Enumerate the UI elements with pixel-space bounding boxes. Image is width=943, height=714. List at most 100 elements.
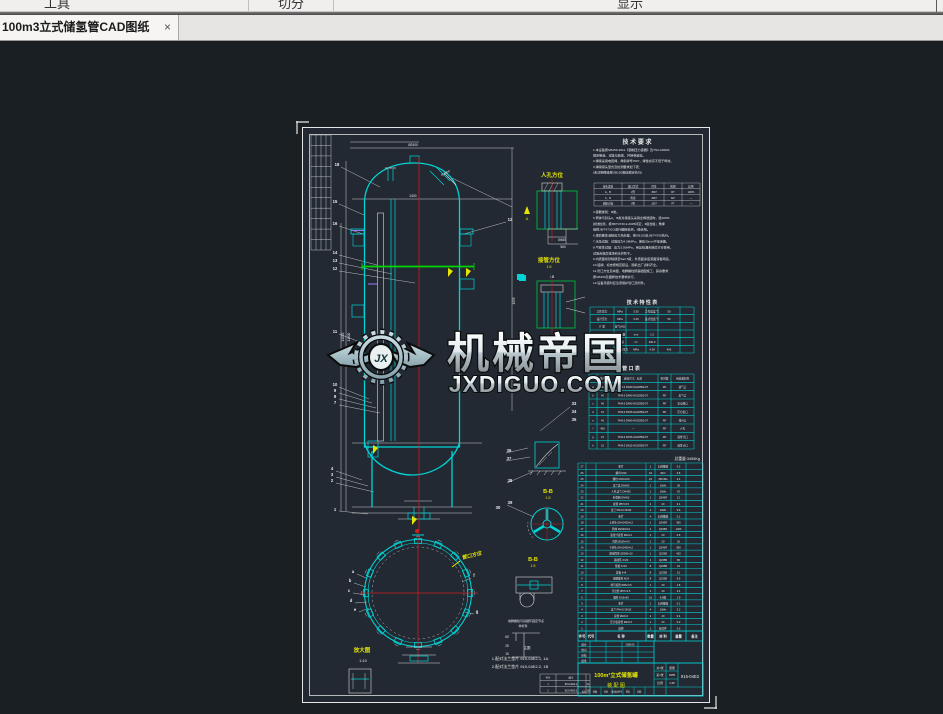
svg-text:Q345R: Q345R bbox=[659, 496, 667, 500]
svg-text:0.2: 0.2 bbox=[677, 620, 681, 624]
svg-text:16Mn: 16Mn bbox=[660, 608, 667, 612]
svg-text:—: — bbox=[690, 197, 693, 200]
svg-text:15: 15 bbox=[333, 199, 338, 204]
svg-text:接头类别: 接头类别 bbox=[603, 184, 614, 188]
svg-text:14: 14 bbox=[333, 250, 338, 255]
drawing-number: 915-04E2 bbox=[681, 674, 700, 679]
svg-text:37: 37 bbox=[507, 456, 512, 461]
tab-bar: 100m3立式储氢管CAD图纸 × bbox=[0, 15, 943, 41]
svg-text:16Mn: 16Mn bbox=[660, 489, 667, 493]
svg-text:Ø480: Ø480 bbox=[558, 238, 566, 242]
svg-text:8.气密性试验：压力3.50MPa，用氨检漏合格后方可使用，: 8.气密性试验：压力3.50MPa，用氨检漏合格后方可使用， bbox=[593, 244, 673, 249]
bb-label: B-B bbox=[543, 489, 553, 495]
svg-text:0.4: 0.4 bbox=[677, 614, 681, 618]
svg-text:校对: 校对 bbox=[581, 648, 587, 652]
svg-text:比例: 比例 bbox=[688, 184, 694, 188]
svg-text:0.8: 0.8 bbox=[677, 471, 681, 475]
svg-text:压力表接管 Ø22×3: 压力表接管 Ø22×3 bbox=[610, 620, 632, 624]
svg-text:备注: 备注 bbox=[690, 634, 698, 639]
svg-text:RT: RT bbox=[671, 190, 675, 194]
tab-close-icon[interactable]: × bbox=[164, 15, 171, 40]
svg-text:60: 60 bbox=[505, 635, 509, 639]
svg-text:介 质: 介 质 bbox=[599, 325, 605, 329]
svg-text:接管 Ø57×3.5: 接管 Ø57×3.5 bbox=[613, 502, 629, 506]
tab-title: 100m3立式储氢管CAD图纸 bbox=[2, 15, 149, 40]
title-line2: 装 配 图 bbox=[607, 682, 625, 689]
svg-text:RF: RF bbox=[663, 427, 667, 431]
cad-canvas[interactable]: 1.本设备按GB150-2011《钢制压力容器》及TSG R0004 规定制造、… bbox=[0, 41, 943, 714]
svg-text:下封头 EHA2400×12: 下封头 EHA2400×12 bbox=[609, 545, 634, 549]
bb2-scale: 1:5 bbox=[531, 564, 536, 568]
svg-text:m³: m³ bbox=[634, 341, 637, 344]
svg-text:液位计接管 Ø22×3: 液位计接管 Ø22×3 bbox=[610, 533, 632, 537]
bb2-label: B-B bbox=[528, 557, 538, 563]
svg-text:7.水压试验：试验压力4.38MPa，保压30min不得渗漏: 7.水压试验：试验压力4.38MPa，保压30min不得渗漏。 bbox=[593, 239, 669, 244]
svg-text:0.1: 0.1 bbox=[677, 514, 681, 518]
svg-text:915-04E2-2: 915-04E2-2 bbox=[565, 689, 578, 692]
svg-text:400: 400 bbox=[667, 348, 672, 352]
svg-text:1.8: 1.8 bbox=[677, 583, 681, 587]
svg-text:mm: mm bbox=[634, 333, 639, 336]
svg-text:2.4: 2.4 bbox=[677, 477, 681, 481]
svg-text:基础环 δ=20: 基础环 δ=20 bbox=[614, 558, 629, 562]
svg-text:名 称: 名 称 bbox=[617, 634, 625, 639]
svg-text:A、B: A、B bbox=[605, 190, 611, 194]
svg-text:缝按JB/T4730.5进行磁粉检测，Ⅰ级合格。: 缝按JB/T4730.5进行磁粉检测，Ⅰ级合格。 bbox=[593, 227, 650, 232]
svg-text:出气口: 出气口 bbox=[679, 393, 687, 397]
sheet-count: 共1张 bbox=[656, 666, 663, 670]
svg-text:接管 Ø22×3: 接管 Ø22×3 bbox=[614, 614, 628, 618]
watermark-brand: 机械帝国 bbox=[447, 330, 627, 377]
svg-text:0.5: 0.5 bbox=[677, 626, 681, 630]
svg-text:2.焊接采用电弧焊，焊条牌号J507，焊缝余高不低于母材。: 2.焊接采用电弧焊，焊条牌号J507，焊缝余高不低于母材。 bbox=[593, 158, 673, 163]
svg-text:16: 16 bbox=[333, 221, 338, 226]
svg-text:1460: 1460 bbox=[676, 527, 682, 531]
svg-text:法兰盖 DN450: 法兰盖 DN450 bbox=[613, 483, 630, 487]
svg-text:试验合格后排净积水并吹干。: 试验合格后排净积水并吹干。 bbox=[593, 250, 633, 255]
svg-text:RF: RF bbox=[663, 385, 667, 389]
detail-a-mark: A bbox=[526, 216, 529, 221]
svg-text:PT: PT bbox=[671, 202, 675, 206]
svg-text:0.1: 0.1 bbox=[677, 601, 681, 605]
svg-text:3.4: 3.4 bbox=[677, 589, 681, 593]
svg-text:补强圈 DN450: 补强圈 DN450 bbox=[613, 496, 630, 500]
detail-b-label: 接管方位 bbox=[538, 256, 561, 264]
svg-text:RF: RF bbox=[663, 410, 667, 414]
svg-text:1B: 1B bbox=[587, 689, 590, 692]
svg-text:38: 38 bbox=[508, 478, 513, 483]
cad-drawing: 1.本设备按GB150-2011《钢制压力容器》及TSG R0004 规定制造、… bbox=[0, 41, 943, 714]
detail-b-mark: ↓B bbox=[550, 274, 555, 279]
svg-text:50: 50 bbox=[668, 317, 671, 321]
enlarge-label: 放大图 bbox=[353, 646, 371, 654]
svg-text:b: b bbox=[349, 578, 352, 583]
svg-text:16Mn: 16Mn bbox=[660, 508, 667, 512]
svg-text:设计温度 ℃: 设计温度 ℃ bbox=[645, 317, 659, 321]
tab-active[interactable]: 100m3立式储氢管CAD图纸 × bbox=[0, 15, 179, 40]
svg-text:12: 12 bbox=[508, 217, 513, 222]
svg-text:用途或名称: 用途或名称 bbox=[676, 377, 689, 381]
page-frame bbox=[296, 121, 717, 709]
svg-text:(未注明焊缝按GB150相应规定执行): (未注明焊缝按GB150相应规定执行) bbox=[593, 169, 642, 174]
svg-text:裙座筒体 Ø2380×10: 裙座筒体 Ø2380×10 bbox=[609, 552, 633, 556]
watermark-domain: JXDIGUO.COM bbox=[449, 371, 624, 397]
svg-text:坡口型式: 坡口型式 bbox=[628, 184, 639, 188]
mass-value: 3455 bbox=[669, 673, 676, 677]
svg-text:2400: 2400 bbox=[409, 194, 416, 198]
svg-text:3.50: 3.50 bbox=[633, 309, 639, 313]
scale-label: 比例 bbox=[657, 681, 663, 685]
svg-text:9.6: 9.6 bbox=[677, 508, 681, 512]
svg-text:V形: V形 bbox=[631, 190, 636, 194]
notes-title: 技 术 要 求 bbox=[622, 138, 652, 146]
svg-text:石棉橡胶: 石棉橡胶 bbox=[658, 514, 669, 518]
svg-text:代号: 代号 bbox=[587, 634, 595, 639]
svg-text:裙座对接: 裙座对接 bbox=[603, 202, 614, 206]
anchor-note2: 非标件 bbox=[518, 623, 527, 628]
svg-text:100%: 100% bbox=[688, 190, 695, 194]
svg-text:33: 33 bbox=[572, 401, 577, 406]
menu-item-split[interactable]: 切分 bbox=[278, 0, 304, 12]
menu-item-display[interactable]: 显示 bbox=[617, 0, 643, 12]
svg-text:MPa: MPa bbox=[633, 348, 639, 352]
svg-text:按GB150及图样技术要求执行。: 按GB150及图样技术要求执行。 bbox=[593, 274, 637, 279]
menu-item-tools[interactable]: 工具 bbox=[44, 0, 70, 12]
mass-note: 总重量:3455Kg bbox=[674, 456, 700, 461]
svg-text:Q235B: Q235B bbox=[659, 558, 667, 562]
